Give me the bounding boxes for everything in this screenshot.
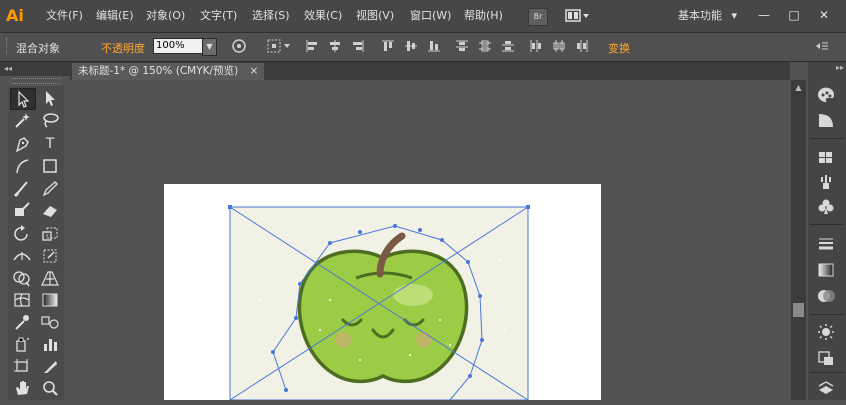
brushes-panel-icon[interactable]: [815, 172, 837, 192]
vertical-scrollbar[interactable]: [791, 80, 806, 400]
swatches-panel-icon[interactable]: [815, 148, 837, 168]
canvas-artwork: [228, 205, 530, 400]
dock-separator: [810, 314, 844, 315]
graphic-styles-panel-icon[interactable]: [815, 348, 837, 368]
dock-separator: [810, 138, 844, 139]
vertical-scrollbar-thumb[interactable]: [793, 303, 804, 317]
appearance-panel-icon[interactable]: [815, 322, 837, 342]
apple-highlight: [393, 284, 433, 306]
stroke-panel-icon[interactable]: [815, 234, 837, 254]
gradient-panel-icon[interactable]: [815, 260, 837, 280]
dock-separator: [810, 372, 844, 373]
color-panel-icon[interactable]: [815, 86, 837, 106]
layers-panel-icon[interactable]: [815, 378, 837, 398]
apple-left-cheek: [335, 332, 351, 348]
apple-right-cheek: [416, 332, 432, 348]
symbols-panel-icon[interactable]: [815, 196, 837, 216]
scroll-up-arrow-icon[interactable]: ▲: [791, 82, 806, 94]
expand-panels-icon[interactable]: ▸▸: [810, 62, 844, 74]
transparency-panel-icon[interactable]: [815, 286, 837, 306]
dock-separator: [810, 224, 844, 225]
color-guide-icon[interactable]: [815, 110, 837, 130]
